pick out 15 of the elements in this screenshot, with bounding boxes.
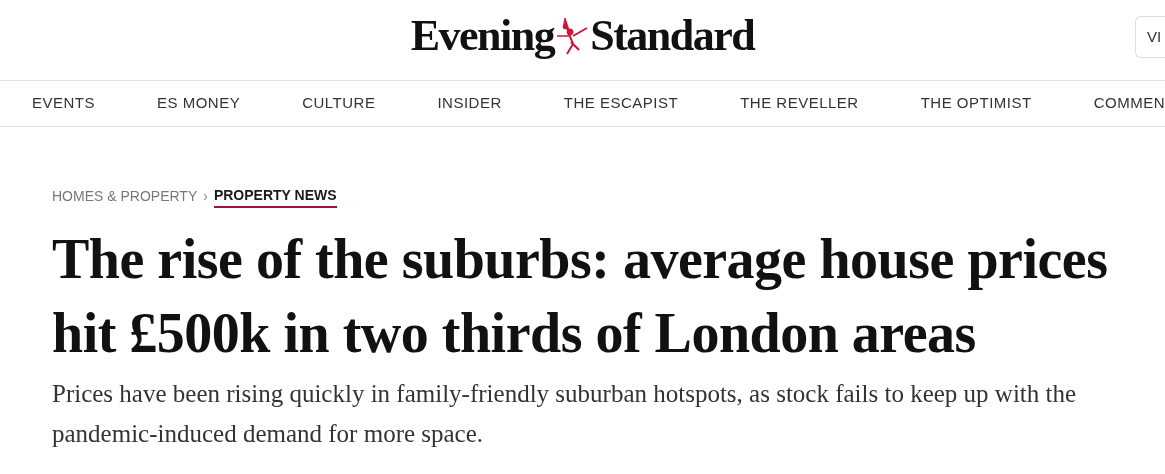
nav-link[interactable]: THE ESCAPIST: [563, 92, 679, 115]
nav-link[interactable]: INSIDER: [437, 92, 502, 115]
nav-link[interactable]: THE REVELLER: [740, 92, 859, 115]
header-button[interactable]: VI: [1135, 16, 1165, 58]
nav-link[interactable]: COMMEN: [1093, 92, 1165, 115]
standfirst: Prices have been rising quickly in family-friendly suburban hotspots, as stock fails to keep up with the pandemic-induced demand for more space.: [52, 379, 1078, 449]
logo[interactable]: Evening Standard: [410, 3, 755, 69]
nav-link[interactable]: THE OPTIMIST: [920, 92, 1032, 115]
breadcrumb-link[interactable]: HOMES & PROPERTY: [52, 186, 198, 207]
nav-link[interactable]: CULTURE: [302, 92, 376, 115]
headline: The rise of the suburbs: average house prices hit £500k in two thirds of London areas: [52, 227, 1109, 366]
nav-link[interactable]: ES MONEY: [157, 92, 241, 115]
nav-link[interactable]: EVENTS: [32, 92, 95, 115]
breadcrumb-link[interactable]: PROPERTY NEWS: [213, 185, 337, 208]
breadcrumb-separator: ›: [203, 187, 208, 206]
